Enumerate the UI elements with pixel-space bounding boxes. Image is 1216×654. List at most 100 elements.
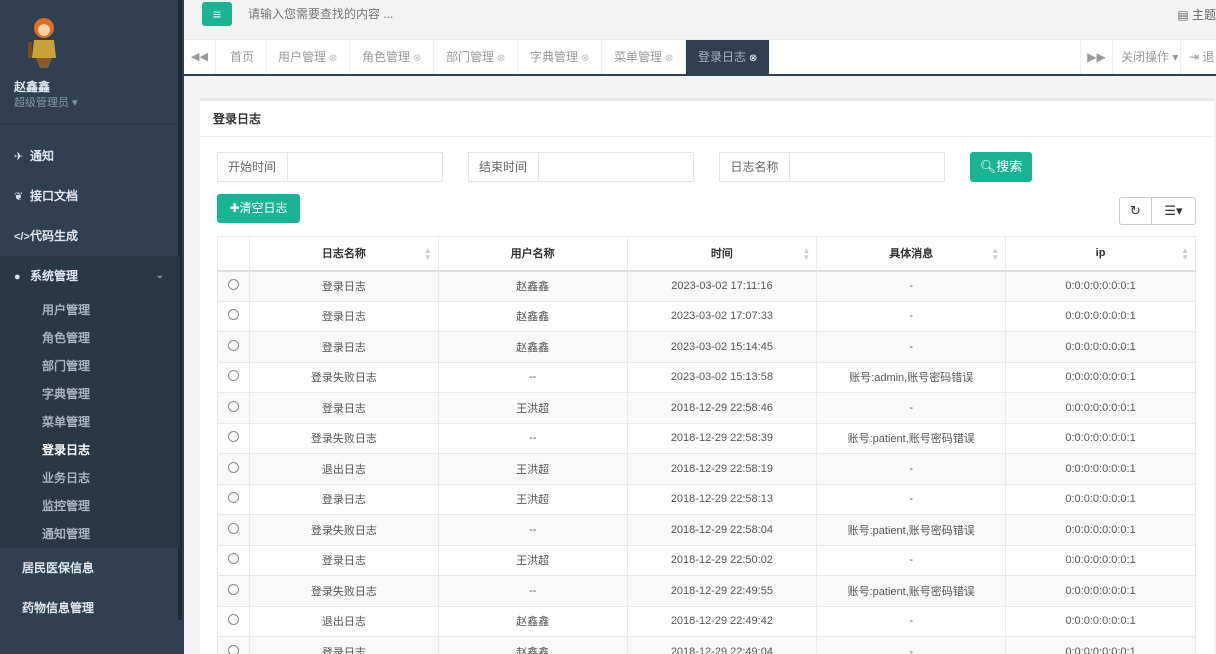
user-name: 赵鑫鑫 — [14, 80, 51, 94]
sidebar-item-codegen[interactable]: </>代码生成 — [0, 216, 180, 256]
theme-button[interactable]: ▤ 主题 — [1177, 6, 1216, 23]
sidebar-item-notice[interactable]: ✈ 通知 — [0, 136, 180, 176]
cell-user-name: 赵鑫鑫 — [437, 605, 628, 637]
start-time-filter: 开始时间 — [217, 152, 443, 182]
column-header-time[interactable]: 时间 ▲ ▼ — [626, 236, 818, 272]
tab-label: 字典管理 — [530, 50, 579, 64]
sidebar-item-notice-mgmt[interactable]: 通知管理 — [0, 520, 180, 548]
tab-label: 用户管理 — [278, 50, 327, 64]
cell-user-name: 王洪超 — [437, 483, 628, 515]
sidebar-item-dept-mgmt[interactable]: 部门管理 — [0, 352, 180, 380]
table-row[interactable]: 登录日志 赵鑫鑫 2023-03-02 17:07:33-0:0:0:0:0:0:0… — [217, 300, 1196, 332]
menu-toggle-button[interactable]: ≡ — [202, 2, 232, 26]
table-header-row: 日志名称 ▲ ▼ 用户名称 时间 ▲ ▼ 具体消息 ▲ ▼ ip ▲ ▼ — [217, 236, 1196, 272]
close-icon[interactable]: ⊗ — [581, 53, 589, 64]
start-time-input[interactable] — [288, 153, 442, 181]
row-radio[interactable] — [227, 279, 239, 290]
row-radio[interactable] — [227, 553, 239, 565]
row-radio[interactable] — [227, 614, 239, 626]
close-icon[interactable]: ⊗ — [749, 53, 757, 64]
cell-log-name: 登录日志 — [248, 483, 439, 515]
tab-dict-mgmt[interactable]: 字典管理 ⊗ — [518, 40, 603, 74]
table-row[interactable]: 登录日志 王洪超 2018-12-29 22:58:46-0:0:0:0:0:0:0… — [217, 392, 1196, 424]
row-radio[interactable] — [227, 522, 239, 534]
end-time-input[interactable] — [539, 153, 693, 181]
cell-message: - — [816, 483, 1007, 515]
sidebar-item-login-log[interactable]: 登录日志 — [0, 436, 180, 464]
close-icon[interactable]: ⊗ — [329, 53, 337, 64]
cell-time: 2023-03-02 15:13:58 — [626, 361, 818, 393]
cell-log-name: 退出日志 — [248, 605, 439, 637]
tab-dept-mgmt[interactable]: 部门管理 ⊗ — [434, 40, 519, 74]
cell-time: 2018-12-29 22:49:04 — [626, 636, 818, 654]
row-radio[interactable] — [227, 370, 239, 382]
tabs-scroll-right-button[interactable]: ▶▶ — [1080, 40, 1112, 74]
table-row[interactable]: 登录日志 赵鑫鑫 2018-12-29 22:49:04-0:0:0:0:0:0:0… — [217, 636, 1196, 654]
column-label: 时间 — [710, 248, 733, 261]
column-label: 具体消息 — [889, 248, 934, 261]
refresh-button[interactable]: ↻ — [1119, 197, 1152, 225]
clear-log-button[interactable]: ✚清空日志 — [217, 194, 300, 223]
sidebar-item-drug[interactable]: 药物信息管理 — [0, 588, 180, 628]
sidebar-item-dict-mgmt[interactable]: 字典管理 — [0, 380, 180, 408]
table-row[interactable]: 登录日志 赵鑫鑫 2023-03-02 17:11:16-0:0:0:0:0:0:0… — [217, 270, 1196, 302]
log-name-input[interactable] — [790, 153, 944, 181]
sort-icon: ▲ ▼ — [1181, 246, 1189, 262]
table-row[interactable]: 登录失败日志 -- 2018-12-29 22:58:04 账号:patient,账号… — [217, 514, 1196, 546]
sidebar-item-role-mgmt[interactable]: 角色管理 — [0, 324, 180, 352]
search-button[interactable]: 🔍︎搜索 — [970, 152, 1032, 182]
cell-time: 2018-12-29 22:50:02 — [626, 544, 818, 576]
cell-time: 2023-03-02 15:14:45 — [626, 331, 818, 363]
row-radio[interactable] — [227, 431, 239, 443]
cell-log-name: 登录日志 — [248, 270, 439, 302]
tab-menu-mgmt[interactable]: 菜单管理 ⊗ — [602, 40, 687, 74]
row-radio[interactable] — [227, 339, 239, 351]
column-header-message[interactable]: 具体消息 ▲ ▼ — [816, 236, 1007, 272]
tabs-scroll-left-button[interactable]: ◀◀ — [184, 40, 216, 74]
column-header-ip[interactable]: ip ▲ ▼ — [1005, 236, 1196, 272]
sidebar-item-menu-mgmt[interactable]: 菜单管理 — [0, 408, 180, 436]
sidebar-item-monitor[interactable]: 监控管理 — [0, 492, 180, 520]
columns-toggle-button[interactable]: ☰▾ — [1151, 197, 1196, 225]
close-operations-dropdown[interactable]: 关闭操作 ▾ — [1112, 40, 1186, 74]
table-row[interactable]: 登录日志 王洪超 2018-12-29 22:58:13-0:0:0:0:0:0:0… — [217, 483, 1196, 515]
global-search-input[interactable] — [248, 4, 648, 24]
cell-user-name: -- — [437, 514, 628, 546]
sidebar-item-medical[interactable]: 居民医保信息 — [0, 548, 180, 588]
user-role-dropdown[interactable]: 超级管理员 ▾ — [14, 94, 78, 110]
tab-login-log[interactable]: 登录日志 ⊗ — [686, 40, 771, 74]
tab-user-mgmt[interactable]: 用户管理 ⊗ — [266, 40, 351, 74]
exit-button[interactable]: ⇥ 退 — [1180, 40, 1216, 74]
table-row[interactable]: 登录失败日志 -- 2018-12-29 22:58:39 账号:patient,账号… — [217, 422, 1196, 454]
table-row[interactable]: 退出日志 王洪超 2018-12-29 22:58:19-0:0:0:0:0:0:0… — [217, 453, 1196, 485]
row-radio[interactable] — [227, 309, 239, 321]
close-icon[interactable]: ⊗ — [413, 53, 421, 64]
close-icon[interactable]: ⊗ — [497, 53, 505, 64]
tab-home[interactable]: 首页 — [218, 40, 268, 74]
chevron-down-icon: ⌄ — [155, 270, 164, 281]
column-header-user-name: 用户名称 — [437, 236, 628, 272]
tab-role-mgmt[interactable]: 角色管理 ⊗ — [350, 40, 435, 74]
cell-message: - — [816, 300, 1007, 332]
row-radio[interactable] — [227, 400, 239, 412]
table-row[interactable]: 登录日志 王洪超 2018-12-29 22:50:02-0:0:0:0:0:0:0… — [217, 544, 1196, 576]
row-radio[interactable] — [227, 492, 239, 504]
row-radio[interactable] — [227, 644, 239, 654]
table-row[interactable]: 登录日志 赵鑫鑫 2023-03-02 15:14:45-0:0:0:0:0:0:0… — [217, 331, 1196, 363]
sidebar-item-system[interactable]: ● 系统管理 ⌄ — [0, 256, 180, 296]
avatar[interactable] — [20, 14, 68, 70]
close-icon[interactable]: ⊗ — [665, 53, 673, 64]
row-radio[interactable] — [227, 461, 239, 473]
sidebar-item-biz-log[interactable]: 业务日志 — [0, 464, 180, 492]
search-icon: 🔍︎ — [979, 159, 997, 174]
table-row[interactable]: 登录失败日志 -- 2018-12-29 22:49:55 账号:patient,账号… — [217, 575, 1196, 607]
row-radio[interactable] — [227, 583, 239, 595]
cell-ip: 0:0:0:0:0:0:0:1 — [1005, 361, 1196, 393]
sidebar-item-user-mgmt[interactable]: 用户管理 — [0, 296, 180, 324]
cell-ip: 0:0:0:0:0:0:0:1 — [1005, 300, 1196, 332]
table-row[interactable]: 登录失败日志 -- 2023-03-02 15:13:58 账号:admin,账号密码… — [217, 361, 1196, 393]
cell-time: 2018-12-29 22:49:42 — [626, 605, 818, 637]
table-row[interactable]: 退出日志 赵鑫鑫 2018-12-29 22:49:42-0:0:0:0:0:0:0… — [217, 605, 1196, 637]
column-header-log-name[interactable]: 日志名称 ▲ ▼ — [248, 236, 439, 272]
sidebar-item-api-docs[interactable]: ❦ 接口文档 — [0, 176, 180, 216]
